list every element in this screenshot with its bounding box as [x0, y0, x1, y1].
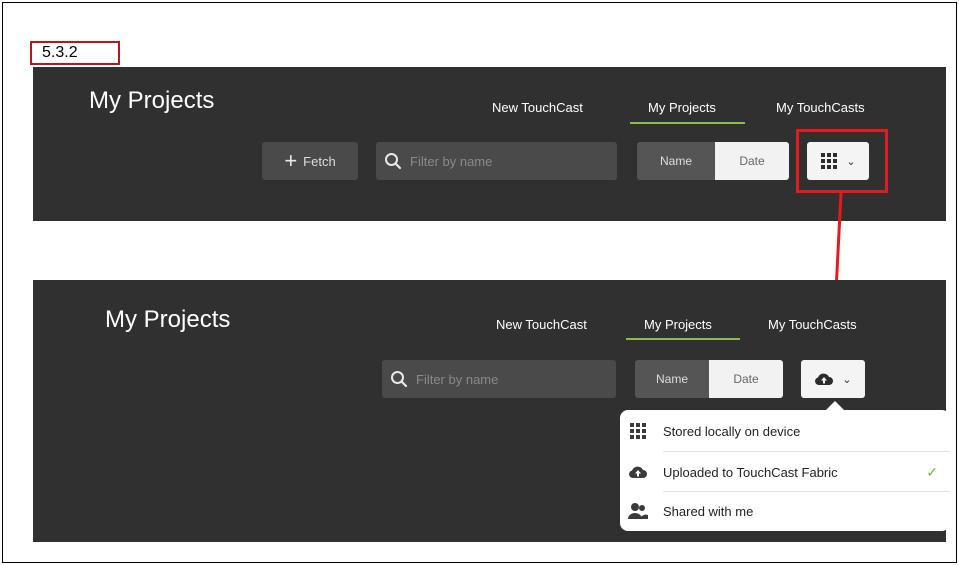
active-tab-underline: [630, 122, 745, 124]
page-title: My Projects: [89, 87, 215, 114]
highlight-box: [796, 129, 888, 193]
tab-my-projects[interactable]: My Projects: [644, 317, 712, 332]
fetch-label: Fetch: [303, 153, 336, 169]
tab-new-touchcast[interactable]: New TouchCast: [492, 100, 583, 115]
menu-item-shared[interactable]: Shared with me: [620, 491, 950, 531]
checkmark-icon: ✓: [926, 463, 938, 480]
tab-new-touchcast[interactable]: New TouchCast: [496, 317, 587, 332]
storage-filter-menu: Stored locally on device Uploaded to Tou…: [620, 401, 950, 531]
cloud-upload-icon: [628, 462, 648, 482]
menu-item-label: Stored locally on device: [663, 423, 801, 439]
search-input[interactable]: [408, 152, 592, 170]
menu-item-label: Shared with me: [663, 503, 754, 519]
step-label: 5.3.2: [30, 41, 120, 65]
sort-segmented-control: Name Date: [637, 142, 789, 180]
people-icon: [628, 501, 648, 521]
search-input[interactable]: [414, 370, 598, 388]
search-icon: [385, 153, 402, 170]
sort-name-button[interactable]: Name: [635, 360, 709, 398]
search-icon: [391, 371, 408, 388]
search-bar[interactable]: [382, 360, 616, 398]
sort-date-button[interactable]: Date: [715, 142, 789, 180]
fetch-button[interactable]: + Fetch: [262, 142, 358, 180]
cloud-upload-icon: [815, 373, 834, 386]
chevron-down-icon: ⌄: [842, 373, 852, 386]
menu-item-uploaded[interactable]: Uploaded to TouchCast Fabric ✓: [620, 452, 950, 492]
menu-item-label: Uploaded to TouchCast Fabric: [663, 464, 838, 480]
sort-segmented-control: Name Date: [635, 360, 783, 398]
active-tab-underline: [626, 338, 740, 340]
tab-my-touchcasts[interactable]: My TouchCasts: [768, 317, 857, 332]
sort-name-button[interactable]: Name: [637, 142, 715, 180]
page-title: My Projects: [105, 306, 231, 333]
menu-item-stored-locally[interactable]: Stored locally on device: [620, 411, 950, 451]
view-filter-button[interactable]: ⌄: [801, 360, 865, 398]
sort-date-button[interactable]: Date: [709, 360, 783, 398]
grid-icon: [628, 421, 648, 441]
search-bar[interactable]: [376, 142, 617, 180]
tab-my-touchcasts[interactable]: My TouchCasts: [776, 100, 865, 115]
tab-my-projects[interactable]: My Projects: [648, 100, 716, 115]
plus-icon: +: [284, 148, 298, 173]
menu-caret: [825, 401, 845, 411]
